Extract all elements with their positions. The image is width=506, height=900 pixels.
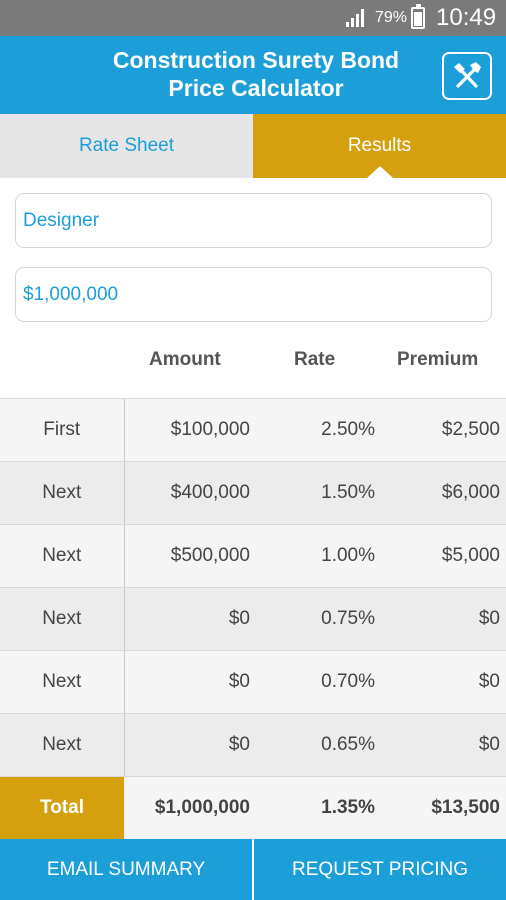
header-premium: Premium — [397, 349, 479, 370]
battery-icon — [411, 4, 425, 29]
signal-icon — [346, 9, 368, 27]
total-amount: $1,000,000 — [124, 776, 250, 840]
table-row: Next $0 0.65% $0 — [0, 713, 506, 777]
active-tab-indicator — [367, 166, 393, 178]
row-rate: 1.50% — [250, 461, 375, 525]
row-premium: $6,000 — [375, 461, 506, 525]
table-row: First $100,000 2.50% $2,500 — [0, 398, 506, 462]
row-premium: $2,500 — [375, 398, 506, 462]
table-row: Next $0 0.70% $0 — [0, 650, 506, 714]
total-rate: 1.35% — [250, 776, 375, 840]
battery-percent: 79% — [375, 9, 408, 26]
row-amount: $400,000 — [124, 461, 250, 525]
results-table: First $100,000 2.50% $2,500 Next $400,00… — [0, 398, 506, 840]
table-row: Next $500,000 1.00% $5,000 — [0, 524, 506, 588]
status-bar: 79% 10:49 — [0, 0, 506, 36]
row-label: Next — [0, 461, 125, 525]
clock: 10:49 — [436, 4, 497, 31]
app-bar: Construction Surety Bond Price Calculato… — [0, 36, 506, 114]
tab-rate-sheet[interactable]: Rate Sheet — [0, 114, 253, 178]
table-row: Next $400,000 1.50% $6,000 — [0, 461, 506, 525]
row-label: Next — [0, 524, 125, 588]
bond-type-select[interactable]: Designer — [15, 193, 492, 248]
total-label: Total — [0, 776, 124, 840]
row-amount: $0 — [124, 650, 250, 714]
row-premium: $0 — [375, 713, 506, 777]
row-rate: 0.70% — [250, 650, 375, 714]
table-row: Next $0 0.75% $0 — [0, 587, 506, 651]
row-label: Next — [0, 713, 125, 777]
row-label: First — [0, 398, 125, 462]
row-rate: 1.00% — [250, 524, 375, 588]
row-amount: $500,000 — [124, 524, 250, 588]
row-label: Next — [0, 650, 125, 714]
row-amount: $100,000 — [124, 398, 250, 462]
app-title-line2: Price Calculator — [168, 75, 344, 101]
row-premium: $0 — [375, 650, 506, 714]
contract-amount-input[interactable]: $1,000,000 — [15, 267, 492, 322]
tools-button[interactable] — [442, 52, 492, 100]
request-pricing-button[interactable]: REQUEST PRICING — [254, 839, 506, 900]
header-rate: Rate — [294, 349, 336, 370]
row-rate: 2.50% — [250, 398, 375, 462]
header-amount: Amount — [149, 349, 221, 370]
row-label: Next — [0, 587, 125, 651]
row-rate: 0.65% — [250, 713, 375, 777]
row-amount: $0 — [124, 713, 250, 777]
tools-icon — [454, 62, 481, 88]
row-amount: $0 — [124, 587, 250, 651]
row-rate: 0.75% — [250, 587, 375, 651]
row-premium: $5,000 — [375, 524, 506, 588]
app-title: Construction Surety Bond Price Calculato… — [100, 46, 412, 102]
app-title-line1: Construction Surety Bond — [112, 47, 400, 73]
row-premium: $0 — [375, 587, 506, 651]
total-row: Total $1,000,000 1.35% $13,500 — [0, 776, 506, 840]
email-summary-button[interactable]: EMAIL SUMMARY — [0, 839, 252, 900]
total-premium: $13,500 — [375, 776, 506, 840]
